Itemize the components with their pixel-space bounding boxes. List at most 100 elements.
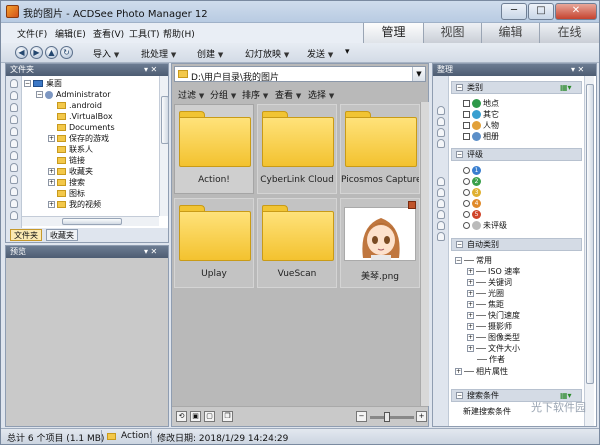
auto-category-item[interactable]: + 光圈 [467, 288, 504, 299]
tree-item-links[interactable]: 链接 [57, 155, 85, 166]
pin-icon[interactable] [437, 106, 445, 115]
pin-icon[interactable] [10, 79, 18, 88]
thumbnail-item[interactable]: Uplay [174, 198, 254, 288]
expand-icon[interactable]: + [467, 334, 474, 341]
tab-folders[interactable]: 文件夹 [10, 229, 42, 241]
rating-item[interactable]: 4 [463, 198, 483, 209]
tree-item-documents[interactable]: Documents [57, 122, 115, 133]
collapse-icon[interactable]: − [455, 257, 462, 264]
close-button[interactable]: ✕ [555, 3, 597, 20]
rating-item[interactable]: 2 [463, 176, 483, 187]
pin-icon[interactable] [437, 139, 445, 148]
auto-category-item[interactable]: + 焦距 [467, 299, 504, 310]
thumbnail-item[interactable]: VueScan [257, 198, 337, 288]
radio[interactable] [463, 211, 470, 218]
auto-category-photo-props[interactable]: + 相片属性 [455, 366, 508, 377]
copy-icon[interactable]: ❐ [222, 411, 233, 422]
minimize-button[interactable]: ─ [501, 3, 527, 20]
organize-scrollbar[interactable] [584, 76, 594, 426]
radio[interactable] [463, 189, 470, 196]
new-search-criteria[interactable]: 新建搜索条件 [463, 406, 511, 417]
menu-file[interactable]: 文件(F) [17, 27, 47, 40]
auto-category-root[interactable]: − 常用 [455, 255, 492, 266]
zoom-out-icon[interactable]: − [356, 411, 367, 422]
tree-item-saved-games[interactable]: + 保存的游戏 [48, 133, 109, 144]
tab-online[interactable]: 在线 [539, 23, 599, 43]
rating-item[interactable]: 未评级 [463, 220, 507, 231]
category-item[interactable]: 地点 [463, 98, 499, 109]
radio[interactable] [463, 200, 470, 207]
pin-icon[interactable] [10, 163, 18, 172]
menu-edit[interactable]: 编辑(E) [55, 27, 86, 40]
panel-pin-icon[interactable]: ▾ ✕ [571, 64, 584, 76]
rating-section-header[interactable]: − 评级 [451, 148, 582, 161]
forward-icon[interactable]: ▶ [30, 46, 43, 59]
zoom-in-icon[interactable]: + [416, 411, 427, 422]
panel-pin-icon[interactable]: ▾ ✕ [144, 64, 157, 76]
expand-icon[interactable]: + [467, 279, 474, 286]
auto-category-item[interactable]: + 摄影师 [467, 321, 512, 332]
menu-tools[interactable]: 工具(T) [129, 27, 160, 40]
scrollbar-thumb[interactable] [161, 96, 169, 144]
tree-item-favorites[interactable]: + 收藏夹 [48, 166, 93, 177]
pin-icon[interactable] [437, 177, 445, 186]
pin-icon[interactable] [10, 127, 18, 136]
category-section-header[interactable]: − 类别 ▦▾ [451, 81, 582, 94]
expand-icon[interactable]: + [467, 301, 474, 308]
scrollbar-thumb[interactable] [62, 218, 122, 225]
view-button[interactable]: 查看 ▼ [275, 88, 301, 101]
maximize-button[interactable]: □ [528, 3, 554, 20]
pin-icon[interactable] [437, 232, 445, 241]
menu-help[interactable]: 帮助(H) [163, 27, 195, 40]
tab-favorites[interactable]: 收藏夹 [46, 229, 78, 241]
tree-item-my-videos[interactable]: + 我的视频 [48, 199, 101, 210]
radio[interactable] [463, 178, 470, 185]
thumbnail-item[interactable]: Action! [174, 104, 254, 194]
pin-icon[interactable] [10, 175, 18, 184]
pin-icon[interactable] [437, 128, 445, 137]
pin-icon[interactable] [10, 151, 18, 160]
import-button[interactable]: 导入 ▼ [93, 47, 119, 60]
path-combobox[interactable]: D:\用户目录\我的图片 ▼ [174, 66, 426, 83]
expand-icon[interactable]: + [455, 368, 462, 375]
pin-icon[interactable] [437, 210, 445, 219]
pin-icon[interactable] [437, 188, 445, 197]
expand-icon[interactable]: + [467, 290, 474, 297]
auto-category-item[interactable]: + 快门速度 [467, 310, 520, 321]
expand-icon[interactable]: + [48, 201, 55, 208]
zoom-slider-knob[interactable] [384, 412, 390, 422]
group-button[interactable]: 分组 ▼ [210, 88, 236, 101]
expand-icon[interactable]: + [467, 345, 474, 352]
add-category-icon[interactable]: ▦▾ [560, 82, 572, 93]
create-button[interactable]: 创建 ▼ [197, 47, 223, 60]
checkbox[interactable] [463, 100, 470, 107]
pin-icon[interactable] [437, 117, 445, 126]
chevron-down-icon[interactable]: ▼ [412, 67, 425, 81]
radio[interactable] [463, 222, 470, 229]
expand-icon[interactable]: + [467, 323, 474, 330]
select-all-icon[interactable]: ▣ [190, 411, 201, 422]
zoom-slider[interactable] [370, 412, 414, 422]
expand-icon[interactable]: + [48, 135, 55, 142]
menu-view[interactable]: 查看(V) [93, 27, 124, 40]
tree-item-virtualbox[interactable]: .VirtualBox [57, 111, 113, 122]
rating-item[interactable]: 3 [463, 187, 483, 198]
tree-item-search[interactable]: + 搜索 [48, 177, 85, 188]
checkbox[interactable] [463, 111, 470, 118]
toolbar-more-button[interactable]: ▾ [345, 47, 350, 57]
rating-item[interactable]: 5 [463, 209, 483, 220]
auto-category-section-header[interactable]: − 自动类别 [451, 238, 582, 251]
expand-icon[interactable]: + [48, 168, 55, 175]
tree-vertical-scrollbar[interactable] [159, 76, 169, 216]
auto-category-item[interactable]: + 图像类型 [467, 332, 520, 343]
pin-icon[interactable] [10, 139, 18, 148]
category-item[interactable]: 人物 [463, 120, 499, 131]
pin-icon[interactable] [10, 103, 18, 112]
expand-icon[interactable]: + [48, 179, 55, 186]
refresh-icon[interactable]: ⟲ [176, 411, 187, 422]
collapse-icon[interactable]: − [456, 84, 463, 91]
collapse-icon[interactable]: − [456, 241, 463, 248]
expand-icon[interactable]: + [467, 312, 474, 319]
tree-item-contacts[interactable]: 联系人 [57, 144, 93, 155]
category-item[interactable]: 相册 [463, 131, 499, 142]
